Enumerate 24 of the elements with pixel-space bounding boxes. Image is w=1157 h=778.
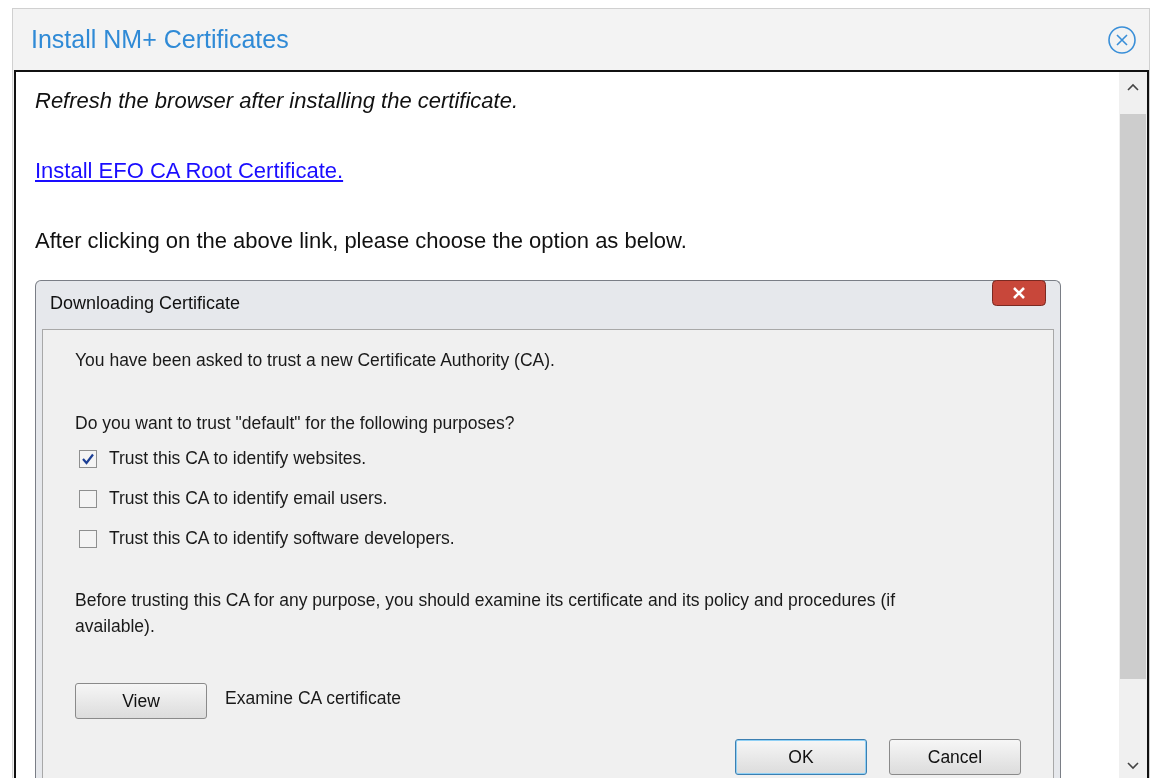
close-icon [992,280,1046,306]
dialog-button[interactable]: OK [735,739,867,775]
certificate-dialog-title: Downloading Certificate [50,293,241,314]
install-link[interactable]: Install EFO CA Root Certificate. [35,158,344,184]
option-label: Trust this CA to identify email users. [109,488,388,509]
option-label: Trust this CA to identify websites. [109,448,367,469]
refresh-note: Refresh the browser after installing the certificate. [35,88,519,114]
scrollbar[interactable] [1119,72,1147,778]
view-button[interactable]: View [75,683,207,719]
scroll-up-icon[interactable] [1126,82,1140,92]
dialog-title: Install NM+ Certificates [31,25,289,54]
trust-warning: Before trusting this CA for any purpose, you should examine its certificate and its policy and procedures (if available). [75,589,896,638]
option-label: Trust this CA to identify software developers. [109,528,455,549]
checkbox[interactable] [79,529,97,548]
dialog-button[interactable]: Cancel [889,739,1021,775]
trust-intro: You have been asked to trust a new Certificate Authority (CA). [75,350,556,371]
checkbox[interactable] [79,489,97,508]
instruction-text: After clicking on the above link, please choose the option as below. [35,228,688,254]
checkbox[interactable] [79,449,97,468]
scroll-down-icon[interactable] [1126,761,1140,771]
close-icon[interactable] [1107,24,1137,55]
trust-question: Do you want to trust "default" for the following purposes? [75,413,516,434]
view-label: Examine CA certificate [225,687,402,709]
scroll-thumb[interactable] [1120,114,1146,679]
